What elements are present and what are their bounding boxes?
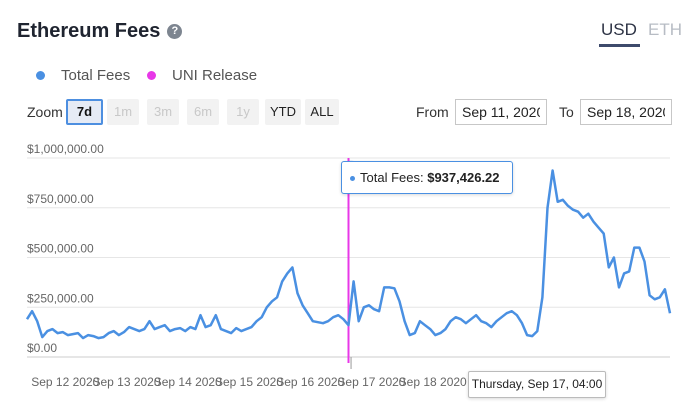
x-tick-label: Sep 13 2020 [92, 375, 160, 389]
y-tick-label: $0.00 [27, 341, 57, 355]
y-tick-label: $250,000.00 [27, 291, 94, 305]
fees-line-chart[interactable]: $0.00 $250,000.00 $500,000.00 $750,000.00 $1… [0, 0, 700, 411]
x-tick-label: Sep 18 2020 [399, 375, 467, 389]
tooltip-dot-icon [350, 175, 355, 181]
y-tick-label: $1,000,000.00 [27, 142, 104, 156]
crosshair-date-label: Thursday, Sep 17, 04:00 [468, 371, 606, 398]
tooltip-series-label: Total Fees: [360, 170, 424, 185]
x-tick-label: Sep 15 2020 [215, 375, 283, 389]
x-tick-label: Sep 14 2020 [154, 375, 222, 389]
y-tick-label: $750,000.00 [27, 192, 94, 206]
y-tick-label: $500,000.00 [27, 242, 94, 256]
x-tick-label: Sep 12 2020 [31, 375, 99, 389]
tooltip-value: $937,426.22 [427, 170, 500, 185]
x-tick-label: Sep 17 2020 [337, 375, 405, 389]
chart-tooltip: Total Fees: $937,426.22 [341, 161, 513, 194]
x-tick-label: Sep 16 2020 [276, 375, 344, 389]
